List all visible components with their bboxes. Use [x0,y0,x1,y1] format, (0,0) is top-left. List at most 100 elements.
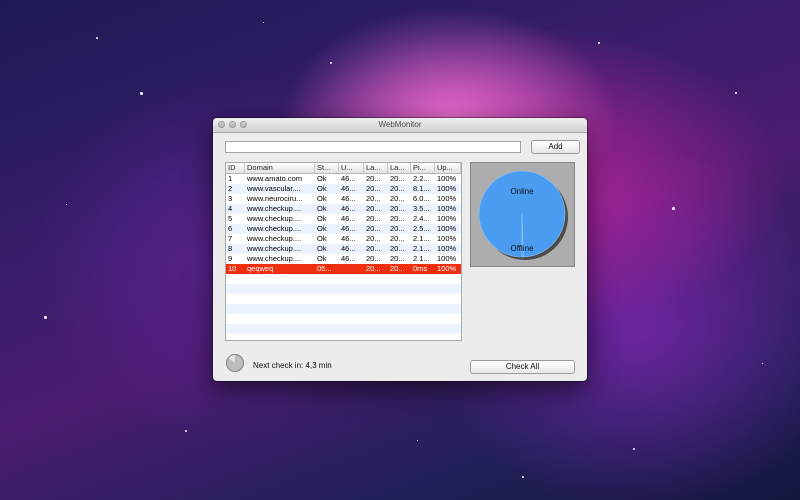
cell-id: 4 [228,204,233,213]
cell-domain: www.checkup.... [247,254,302,263]
empty-table-row [226,324,461,334]
cell-last-1: 20... [366,244,381,253]
star [330,62,332,64]
status-pie-chart: Online Offline [470,162,575,267]
cell-domain: www.checkup.... [247,234,302,243]
star [522,476,524,478]
cell-ping: 2.2... [413,174,430,183]
cell-ping: 2.1... [413,244,430,253]
cell-domain: www.checkup.... [247,204,302,213]
table-row[interactable]: 3 www.neurociru... Ok 46... 20... 20... 6.0...… [226,194,461,204]
cell-status: Ok [317,234,327,243]
pie-label-online: Online [510,187,534,196]
cell-uptime: 100% [437,224,457,233]
minimize-window-button[interactable] [229,121,236,128]
add-button[interactable]: Add [531,140,580,154]
cell-domain: www.amato.com [247,174,303,183]
column-header-id[interactable]: ID [226,163,245,173]
cell-id: 7 [228,234,233,243]
column-header-uptime[interactable]: Up... [435,163,461,173]
domains-table[interactable]: ID Domain St... U... La... La... Pi... U… [225,162,462,341]
cell-uptime: 100% [437,194,457,203]
cell-last-2: 20... [390,194,405,203]
cell-ping: 2.5... [413,224,430,233]
cell-last-1: 20... [366,174,381,183]
cell-u: 46... [341,244,356,253]
cell-last-1: 20... [366,264,381,273]
column-header-last-2[interactable]: La... [388,163,411,173]
star [417,440,418,441]
cell-ping: 2.1... [413,234,430,243]
url-input[interactable] [225,141,521,153]
table-row-error[interactable]: 10 qeqweq 05... 20... 20... 0ms 100% [226,264,461,274]
cell-u: 46... [341,224,356,233]
cell-last-1: 20... [366,204,381,213]
webmonitor-window: WebMonitor Add ID Domain St... U... La..… [213,118,587,381]
cell-last-2: 20... [390,184,405,193]
cell-u: 46... [341,204,356,213]
cell-id: 1 [228,174,233,183]
cell-last-2: 20... [390,244,405,253]
cell-u: 46... [341,234,356,243]
cell-status: Ok [317,244,327,253]
column-header-u[interactable]: U... [339,163,364,173]
table-row[interactable]: 8 www.checkup.... Ok 46... 20... 20... 2.1... 1… [226,244,461,254]
star [44,316,47,319]
cell-last-1: 20... [366,184,381,193]
cell-uptime: 100% [437,184,457,193]
cell-id: 6 [228,224,233,233]
close-window-button[interactable] [218,121,225,128]
cell-uptime: 100% [437,254,457,263]
cell-status: Ok [317,174,327,183]
cell-ping: 2.4... [413,214,430,223]
cell-last-2: 20... [390,254,405,263]
window-title: WebMonitor [378,120,422,129]
table-row[interactable]: 9 www.checkup.... Ok 46... 20... 20... 2.1... 1… [226,254,461,264]
next-check-label: Next check in: 4,3 min [253,361,332,370]
table-row[interactable]: 2 www.vascular.... Ok 46... 20... 20... 8.1...… [226,184,461,194]
empty-table-row [226,334,461,340]
cell-ping: 8.1... [413,184,430,193]
cell-id: 5 [228,214,233,223]
star [762,363,763,364]
zoom-window-button[interactable] [240,121,247,128]
empty-table-row [226,304,461,314]
cell-last-2: 20... [390,264,405,273]
cell-id: 2 [228,184,233,193]
pie-label-offline: Offline [511,244,535,253]
cell-id: 10 [228,264,237,273]
table-row[interactable]: 1 www.amato.com Ok 46... 20... 20... 2.2... 100… [226,174,461,184]
table-row[interactable]: 6 www.checkup.... Ok 46... 20... 20... 2.5... 1… [226,224,461,234]
table-row[interactable]: 4 www.checkup.... Ok 46... 20... 20... 3.5... 1… [226,204,461,214]
cell-id: 8 [228,244,233,253]
table-row[interactable]: 7 www.checkup.... Ok 46... 20... 20... 2.1... 1… [226,234,461,244]
cell-id: 9 [228,254,233,263]
cell-uptime: 100% [437,204,457,213]
cell-last-2: 20... [390,214,405,223]
cell-status: Ok [317,224,327,233]
title-bar[interactable]: WebMonitor [213,118,587,133]
countdown-progress-icon [226,354,244,372]
column-header-domain[interactable]: Domain [245,163,315,173]
table-row[interactable]: 5 www.checkup.... Ok 46... 20... 20... 2.4... 1… [226,214,461,224]
cell-last-2: 20... [390,204,405,213]
cell-ping: 0ms [413,264,428,273]
cell-ping: 2.1... [413,254,430,263]
column-header-ping[interactable]: Pi... [411,163,435,173]
cell-domain: www.vascular.... [247,184,301,193]
column-header-last-1[interactable]: La... [364,163,388,173]
cell-uptime: 100% [437,174,457,183]
cell-u: 46... [341,194,356,203]
star [598,42,600,44]
check-all-button[interactable]: Check All [470,360,575,374]
cell-u: 46... [341,254,356,263]
star [66,204,67,205]
column-header-status[interactable]: St... [315,163,339,173]
cell-last-1: 20... [366,234,381,243]
cell-ping: 6.0... [413,194,430,203]
cell-domain: www.neurociru... [247,194,303,203]
star [735,92,737,94]
cell-status: Ok [317,184,327,193]
star [633,448,635,450]
cell-ping: 3.5... [413,204,430,213]
